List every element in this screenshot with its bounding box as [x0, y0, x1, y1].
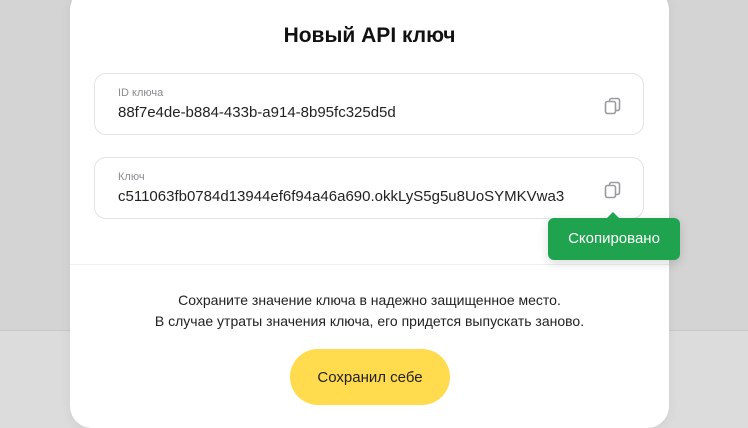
tooltip-arrow: [606, 212, 620, 219]
key-id-label: ID ключа: [118, 87, 164, 99]
copied-tooltip-text: Скопировано: [568, 230, 660, 247]
copy-key-id-button[interactable]: [603, 96, 623, 116]
save-warning-text: Сохраните значение ключа в надежно защищ…: [70, 290, 669, 332]
api-key-label: Ключ: [118, 171, 145, 183]
copy-api-key-button[interactable]: [603, 180, 623, 200]
copied-tooltip: Скопировано: [548, 212, 680, 260]
key-id-field: ID ключа 88f7e4de-b884-433b-a914-8b95fc3…: [94, 73, 644, 135]
save-warning-line-1: Сохраните значение ключа в надежно защищ…: [178, 292, 561, 308]
copy-icon: [604, 97, 621, 115]
key-id-value[interactable]: 88f7e4de-b884-433b-a914-8b95fc325d5d: [118, 104, 591, 121]
saved-confirm-button[interactable]: Сохранил себе: [290, 349, 450, 405]
copy-icon: [604, 181, 621, 199]
dialog-title: Новый API ключ: [283, 24, 456, 47]
api-key-field: Ключ c511063fb0784d13944ef6f94a46a690.ok…: [94, 157, 644, 219]
api-key-value[interactable]: c511063fb0784d13944ef6f94a46a690.okkLyS5…: [118, 188, 591, 205]
api-key-dialog: Новый API ключ ID ключа 88f7e4de-b884-43…: [70, 0, 669, 428]
dialog-divider: [70, 264, 669, 265]
save-warning-line-2: В случае утраты значения ключа, его прид…: [154, 313, 585, 329]
